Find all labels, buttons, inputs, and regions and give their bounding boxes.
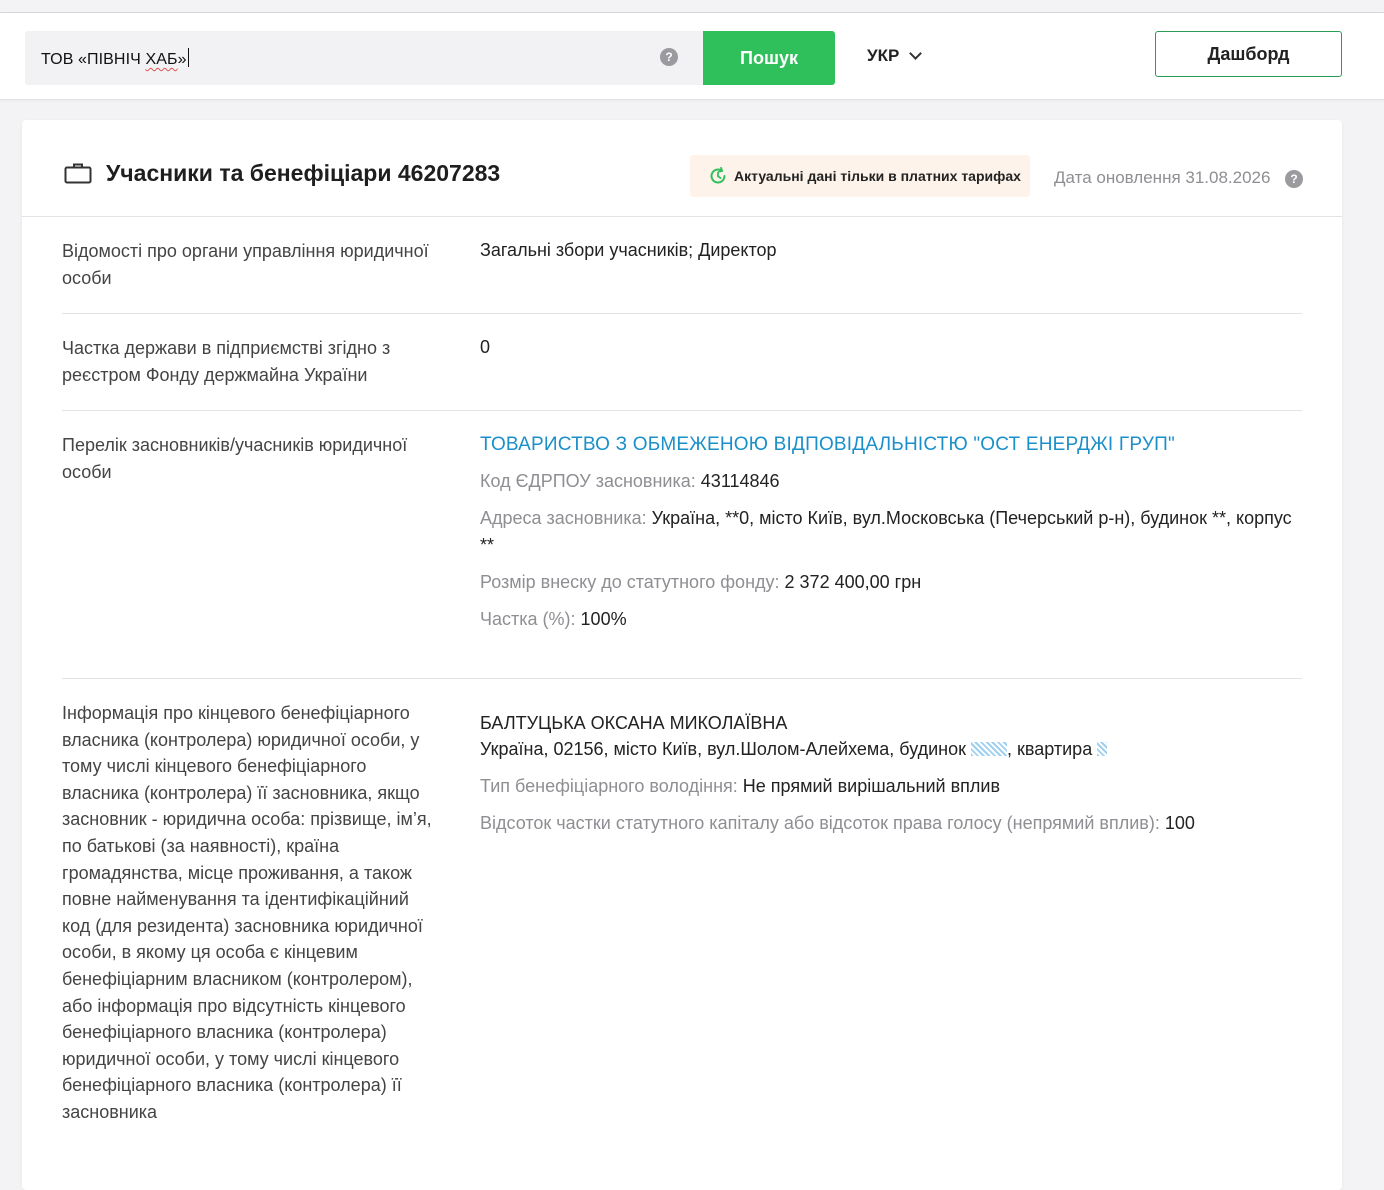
redacted-block	[1097, 742, 1108, 756]
redacted-block	[971, 742, 1008, 756]
update-date: Дата оновлення 31.08.2026	[1054, 168, 1271, 187]
row-label: Відомості про органи управління юридично…	[62, 241, 429, 288]
paid-data-notice-text: Актуальні дані тільки в платних тарифах	[734, 168, 1021, 184]
beneficiary-percent: Відсоток частки статутного капіталу або …	[480, 813, 1195, 833]
founder-contribution: Розмір внеску до статутного фонду: 2 372…	[480, 572, 922, 592]
search-help-icon[interactable]: ?	[660, 48, 678, 66]
clock-refresh-icon	[710, 166, 726, 184]
row-governance: Відомості про органи управління юридично…	[62, 217, 1302, 314]
language-select[interactable]: УКР	[867, 46, 923, 66]
dashboard-button[interactable]: Дашборд	[1155, 31, 1342, 77]
text-caret	[187, 48, 189, 67]
beneficiary-details: БАЛТУЦЬКА ОКСАНА МИКОЛАЇВНА Україна, 021…	[480, 710, 1302, 837]
founder-share: Частка (%): 100%	[480, 609, 627, 629]
row-label: Частка держави в підприємстві згідно з р…	[62, 338, 391, 385]
row-value: 0	[480, 337, 491, 357]
row-value: Загальні збори учасників; Директор	[480, 240, 777, 260]
language-select-value: УКР	[867, 46, 900, 65]
card-header: Учасники та бенефіціари 46207283 Актуаль…	[22, 120, 1342, 217]
founder-address: Адреса засновника: Україна, **0, місто К…	[480, 508, 1292, 555]
founder-link[interactable]: ТОВАРИСТВО З ОБМЕЖЕНОЮ ВІДПОВІДАЛЬНІСТЮ …	[480, 434, 1175, 455]
search-button[interactable]: Пошук	[703, 31, 835, 85]
founder-details: ТОВАРИСТВО З ОБМЕЖЕНОЮ ВІДПОВІДАЛЬНІСТЮ …	[480, 431, 1302, 633]
row-label: Перелік засновників/учасників юридичної …	[62, 435, 408, 482]
paid-data-notice: Актуальні дані тільки в платних тарифах	[690, 155, 1030, 197]
header: ТОВ «ПІВНІЧ ХАБ» ? Пошук УКР Дашборд	[0, 13, 1384, 100]
row-founders: Перелік засновників/учасників юридичної …	[62, 411, 1302, 679]
row-state-share: Частка держави в підприємстві згідно з р…	[62, 314, 1302, 411]
chevron-down-icon	[909, 47, 923, 60]
card-title: Учасники та бенефіціари 46207283	[106, 160, 501, 186]
beneficiary-name: БАЛТУЦЬКА ОКСАНА МИКОЛАЇВНА	[480, 713, 788, 733]
update-date-help-icon[interactable]: ?	[1285, 170, 1303, 188]
founder-code: Код ЄДРПОУ засновника: 43114846	[480, 471, 780, 491]
beneficiary-address: Україна, 02156, місто Київ, вул.Шолом-Ал…	[480, 736, 1302, 763]
briefcase-icon	[64, 163, 92, 184]
row-beneficiary: Інформація про кінцевого бенефіціарного …	[62, 679, 1302, 1179]
beneficiary-ownership-type: Тип бенефіціарного володіння: Не прямий …	[480, 776, 1001, 796]
row-label: Інформація про кінцевого бенефіціарного …	[62, 703, 432, 1122]
beneficiaries-card: Учасники та бенефіціари 46207283 Актуаль…	[22, 120, 1342, 1190]
search-input[interactable]: ТОВ «ПІВНІЧ ХАБ» ?	[25, 31, 703, 85]
search-input-value[interactable]: ТОВ «ПІВНІЧ ХАБ»	[41, 48, 189, 69]
spellcheck-word: ХАБ	[145, 51, 178, 68]
